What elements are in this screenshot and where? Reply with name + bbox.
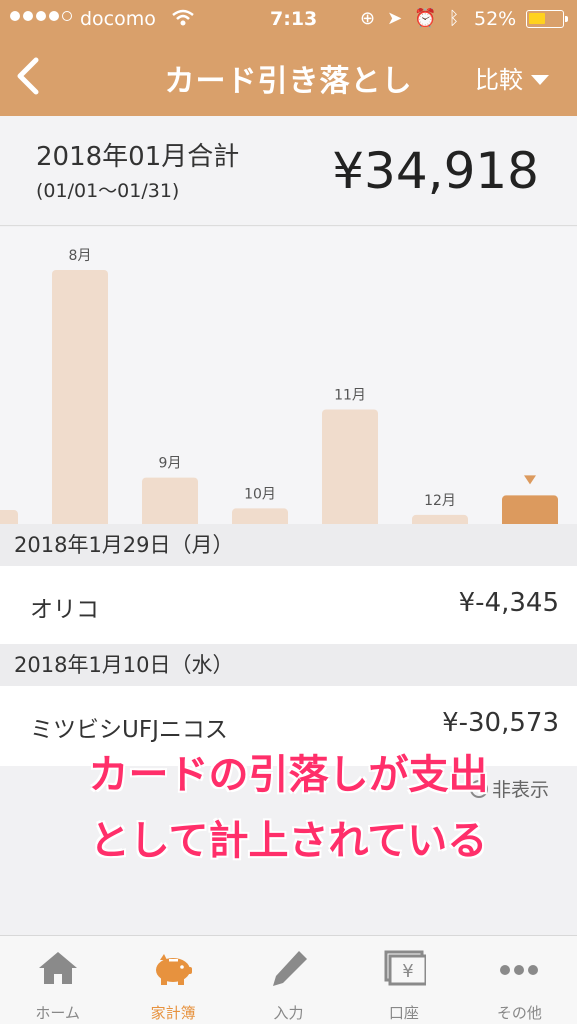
tab-account[interactable]: ¥ 口座: [346, 936, 461, 1024]
entry-amount: ¥-4,345: [458, 588, 559, 618]
chart-bar[interactable]: [502, 495, 558, 524]
bank-card-icon: ¥: [384, 950, 426, 986]
chevron-down-icon: [531, 74, 549, 85]
tab-label: 入力: [273, 1004, 304, 1022]
chart-bar[interactable]: [0, 510, 18, 524]
nav-bar: カード引き落とし 比較: [0, 38, 577, 116]
entry-name: オリコ: [30, 597, 99, 623]
carrier-label: docomo: [80, 8, 156, 30]
chart-svg: 8月 9月 10月 11月 12月: [0, 248, 558, 524]
location-icon: ➤: [387, 8, 403, 29]
tab-household-book[interactable]: 家計簿: [115, 936, 230, 1024]
tab-label: その他: [496, 1004, 542, 1022]
signal-strength-icon: [10, 11, 72, 21]
svg-text:¥: ¥: [402, 961, 413, 982]
date-header: 2018年1月10日（水）: [0, 644, 577, 686]
tab-label: ホーム: [35, 1004, 80, 1022]
monthly-summary: 2018年01月合計 (01/01〜01/31) ¥34,918: [0, 116, 577, 226]
home-icon: [38, 952, 77, 984]
chart-month-label: 11月: [334, 387, 366, 403]
chart-bar[interactable]: [142, 477, 198, 524]
chart-bar[interactable]: [52, 270, 108, 524]
piggy-bank-icon: [156, 954, 193, 985]
more-icon: [500, 965, 539, 975]
tab-home[interactable]: ホーム: [0, 936, 115, 1024]
tab-label: 家計簿: [150, 1004, 196, 1022]
list-item[interactable]: オリコ ¥-4,345: [0, 566, 577, 646]
tab-label: 口座: [388, 1004, 419, 1022]
overlay-caption-line2: として計上されている: [89, 818, 488, 864]
chart-month-label: 9月: [159, 456, 182, 472]
clock: 7:13: [270, 8, 318, 30]
summary-amount: ¥34,918: [332, 142, 539, 200]
summary-range: (01/01〜01/31): [36, 180, 180, 202]
entry-amount: ¥-30,573: [442, 708, 559, 738]
pencil-icon: [272, 951, 307, 986]
wifi-icon: [172, 9, 194, 26]
battery-percent: 52%: [474, 8, 517, 30]
rotation-lock-icon: ⊕: [360, 8, 376, 29]
monthly-bar-chart[interactable]: 8月 9月 10月 11月 12月: [0, 227, 577, 524]
tab-more[interactable]: その他: [462, 936, 577, 1024]
chart-month-label: 12月: [424, 493, 456, 509]
chart-bar[interactable]: [232, 508, 288, 524]
summary-label: 2018年01月合計: [36, 142, 240, 172]
bluetooth-icon: ᛒ: [448, 8, 460, 29]
date-header: 2018年1月29日（月）: [0, 524, 577, 566]
overlay-caption-line1: カードの引落しが支出: [88, 752, 489, 798]
selected-month-marker-icon: [524, 475, 536, 485]
compare-label: 比較: [475, 66, 523, 94]
compare-button[interactable]: 比較: [475, 60, 549, 95]
tab-bar: ホーム 家計簿 入力 ¥ 口座 その他: [0, 935, 577, 1024]
chart-bar[interactable]: [322, 409, 378, 524]
chart-month-label: 8月: [69, 248, 92, 264]
status-bar: docomo 7:13 ⊕ ➤ ⏰ ᛒ 52%: [0, 0, 577, 38]
tab-input[interactable]: 入力: [231, 936, 346, 1024]
entry-name: ミツビシUFJニコス: [30, 717, 228, 743]
battery-icon: [526, 10, 568, 28]
chart-bar[interactable]: [412, 514, 468, 524]
chart-month-label: 10月: [244, 486, 276, 502]
alarm-icon: ⏰: [414, 8, 437, 29]
